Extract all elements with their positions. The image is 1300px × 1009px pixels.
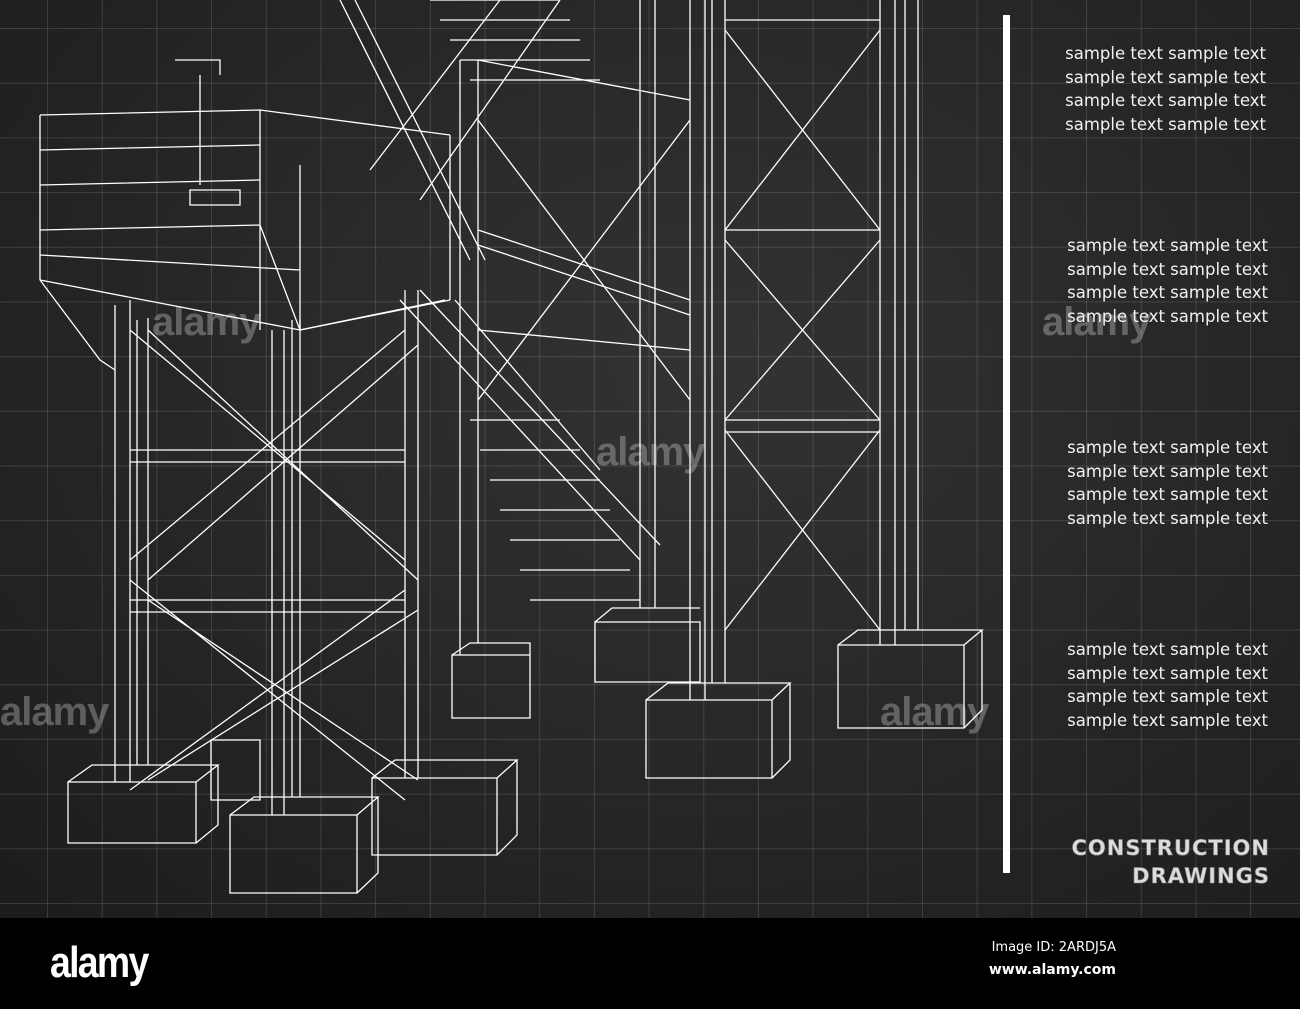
text-line: sample text sample text bbox=[1067, 710, 1268, 730]
text-line: sample text sample text bbox=[1065, 91, 1266, 110]
site-url: www.alamy.com bbox=[988, 962, 1116, 978]
text-line: sample text sample text bbox=[1067, 485, 1268, 504]
watermark: alamy bbox=[0, 690, 109, 734]
text-block: sample text sample text sample text samp… bbox=[1042, 638, 1268, 732]
text-line: sample text sample text bbox=[1065, 67, 1266, 87]
text-block: sample text sample text sample text samp… bbox=[1042, 234, 1268, 328]
bracing bbox=[129, 0, 881, 801]
steel-structure-drawing bbox=[39, 0, 984, 894]
footing bbox=[645, 682, 792, 779]
footings bbox=[67, 607, 984, 894]
stairs bbox=[430, 0, 640, 601]
footing bbox=[67, 764, 220, 844]
image-id: Image ID: 2ARDJ5A bbox=[991, 940, 1116, 955]
title-line-1: CONSTRUCTION bbox=[1071, 836, 1270, 861]
watermark: alamy bbox=[152, 300, 261, 344]
text-line: sample text sample text bbox=[1067, 306, 1268, 326]
text-line: sample text sample text bbox=[1067, 259, 1268, 279]
columns bbox=[114, 0, 919, 815]
footing bbox=[451, 642, 531, 719]
text-block: sample text sample text sample text samp… bbox=[1040, 42, 1266, 136]
watermark: alamy bbox=[880, 690, 989, 734]
text-line: sample text sample text bbox=[1067, 663, 1268, 683]
watermark: alamy bbox=[596, 430, 705, 474]
text-line: sample text sample text bbox=[1067, 438, 1268, 457]
text-line: sample text sample text bbox=[1065, 44, 1266, 63]
title-line-2: DRAWINGS bbox=[1132, 864, 1270, 889]
text-line: sample text sample text bbox=[1067, 687, 1268, 706]
text-line: sample text sample text bbox=[1065, 114, 1266, 134]
vertical-divider bbox=[1003, 15, 1010, 873]
footing bbox=[229, 796, 380, 894]
alamy-logo: alamy bbox=[50, 938, 149, 987]
text-line: sample text sample text bbox=[1067, 236, 1268, 255]
text-line: sample text sample text bbox=[1067, 461, 1268, 481]
text-line: sample text sample text bbox=[1067, 640, 1268, 659]
blueprint-board: alamy alamy alamy alamy alamy sample tex… bbox=[0, 0, 1300, 918]
footing bbox=[594, 607, 701, 683]
text-line: sample text sample text bbox=[1067, 283, 1268, 302]
footing bbox=[371, 759, 519, 856]
text-line: sample text sample text bbox=[1067, 508, 1268, 528]
text-block: sample text sample text sample text samp… bbox=[1042, 436, 1268, 530]
